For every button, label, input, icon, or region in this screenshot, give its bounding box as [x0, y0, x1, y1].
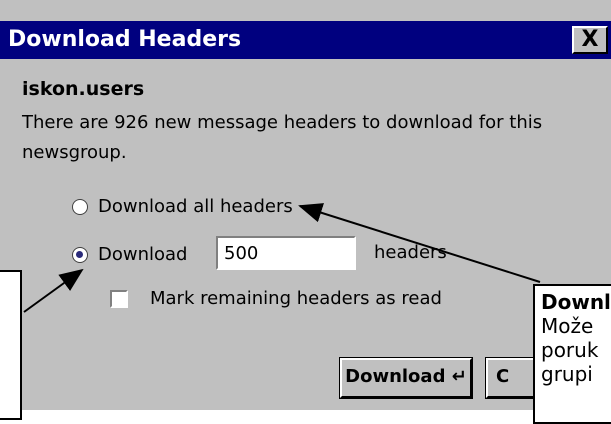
- arrow-to-download-count: [23, 268, 84, 313]
- arrow-to-download-all: [298, 203, 541, 283]
- callout-arrows: [23, 203, 541, 313]
